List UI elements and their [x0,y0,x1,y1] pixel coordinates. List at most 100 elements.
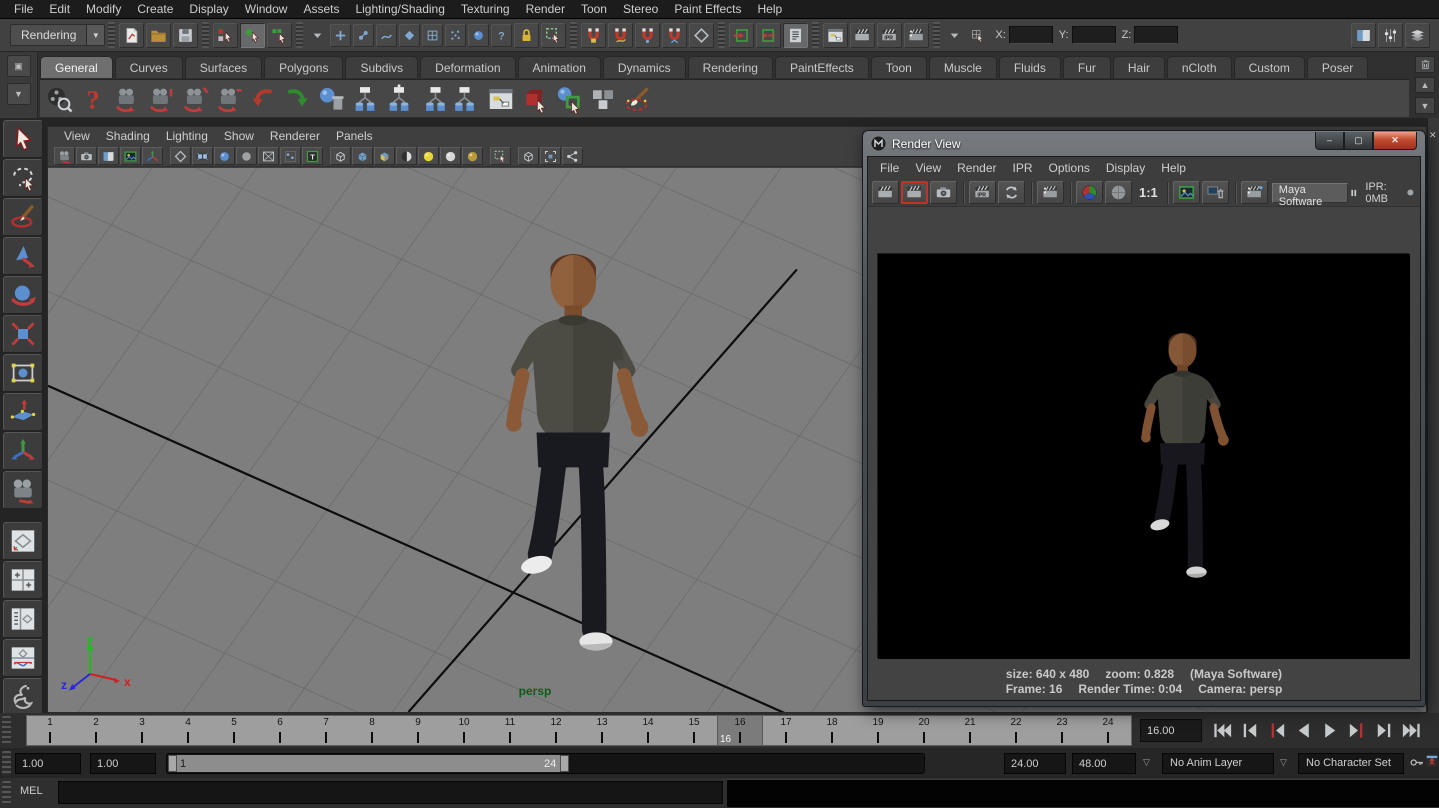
ipr-render-icon[interactable] [877,23,902,48]
dragon-icon[interactable] [3,678,43,716]
shelf-tab[interactable]: PaintEffects [775,56,869,78]
keep-image-icon[interactable] [1173,181,1200,204]
panel-menu-item[interactable]: Shading [98,127,158,146]
timeline-frame[interactable]: 14 [625,716,671,745]
render-current-frame-icon[interactable] [850,23,875,48]
close-icon[interactable]: ✕ [1373,132,1417,150]
coordinate-input[interactable] [1072,26,1116,44]
alpha-channel-icon[interactable] [1105,181,1132,204]
menu-item[interactable]: Stereo [615,0,666,19]
shelf-menu-icon[interactable]: ▼ [7,83,31,105]
step-forward-key-icon[interactable] [1344,718,1371,744]
coordinate-input[interactable] [1009,26,1053,44]
snap-plane-icon[interactable] [662,23,687,48]
move-tool-icon[interactable] [3,237,43,275]
mask-handles-icon[interactable] [330,24,351,47]
show-tool-settings-icon[interactable] [1378,23,1403,48]
timeline-frame[interactable]: 17 [763,716,809,745]
select-hierarchy-icon[interactable] [213,23,238,48]
shelf-scroll-up-icon[interactable]: ▲ [1415,77,1435,94]
timeline-frame[interactable]: 9 [395,716,441,745]
snapshot-icon[interactable] [930,181,957,204]
camera-tilt-icon[interactable] [178,82,212,116]
camera-orbit-icon[interactable] [110,82,144,116]
group-objects-icon[interactable] [586,82,620,116]
timeline-frame[interactable]: 6 [257,716,303,745]
light-white-icon[interactable] [440,147,461,165]
paint-effects-icon[interactable] [620,82,654,116]
film-reel-icon[interactable] [42,82,76,116]
hypergraph-node-icon-4[interactable] [450,82,484,116]
output-connections-icon[interactable] [756,23,781,48]
menu-item[interactable]: Assets [295,0,347,19]
timeline-frame[interactable]: 7 [303,716,349,745]
render-view-menu-item[interactable]: File [872,159,907,178]
timeline-frame[interactable]: 5 [211,716,257,745]
light-gold-icon[interactable] [462,147,483,165]
frame-object-icon[interactable] [540,147,561,165]
menu-item[interactable]: Window [237,0,296,19]
shelf-scroll-down-icon[interactable]: ▼ [1415,97,1435,114]
step-forward-frame-icon[interactable] [1371,718,1398,744]
menu-item[interactable]: Toon [573,0,615,19]
hypergraph-node-icon-1[interactable] [348,82,382,116]
panel-menu-item[interactable]: Lighting [158,127,216,146]
mask-deformations-icon[interactable] [422,24,443,47]
hypergraph-node-icon-3[interactable] [416,82,450,116]
row-drag-handle[interactable] [2,781,11,805]
timeline-frame[interactable]: 4 [165,716,211,745]
anim-layer-select[interactable]: No Anim Layer [1162,753,1274,774]
last-tool-camera-icon[interactable] [3,471,43,509]
mask-misc-icon[interactable] [491,24,512,47]
snap-curve-icon[interactable] [608,23,633,48]
go-to-start-icon[interactable] [1209,718,1236,744]
timeline-frame[interactable]: 2 [73,716,119,745]
shelf-tab[interactable]: Subdivs [345,56,418,78]
save-scene-icon[interactable] [173,23,198,48]
character-set-menu-icon[interactable]: ▽ [1280,757,1287,768]
menu-item[interactable]: Modify [78,0,129,19]
use-all-lights-icon[interactable] [396,147,417,165]
animation-end-field[interactable] [1072,753,1136,774]
layout-outliner-pane-icon[interactable] [3,600,43,638]
textured-cube-icon[interactable] [374,147,395,165]
shelf-tab[interactable]: Animation [518,56,601,78]
panel-menu-item[interactable]: Show [216,127,262,146]
bounding-box-icon[interactable] [258,147,279,165]
layout-four-pane-icon[interactable] [3,561,43,599]
character-model[interactable] [506,254,648,650]
shelf-tab[interactable]: General [40,56,113,78]
rgb-channels-icon[interactable] [1076,181,1103,204]
open-render-view-icon[interactable] [823,23,848,48]
timeline-frame[interactable]: 18 [809,716,855,745]
select-camera-icon[interactable] [54,147,75,165]
shelf-tab[interactable]: Poser [1307,56,1368,78]
input-connections-icon[interactable] [729,23,754,48]
rotate-tool-icon[interactable] [3,276,43,314]
mask-joints-icon[interactable] [353,24,374,47]
current-time-field[interactable] [1140,719,1202,742]
render-view-menu-item[interactable]: Display [1098,159,1153,178]
select-component-icon[interactable] [267,23,292,48]
playback-end-field[interactable] [1004,753,1066,774]
playback-start-field[interactable] [90,753,156,774]
render-view-menu-item[interactable]: View [907,159,949,178]
command-results-field[interactable] [727,779,1439,807]
timeline-frame[interactable]: 1 [27,716,73,745]
layout-single-pane-icon[interactable] [3,522,43,560]
shelf-tab[interactable]: Surfaces [185,56,262,78]
command-language-label[interactable]: MEL [20,785,43,797]
textured-icon[interactable] [302,147,323,165]
shelf-tab[interactable]: Curves [115,56,183,78]
command-input[interactable] [58,781,723,804]
step-back-key-icon[interactable] [1263,718,1290,744]
render-view-menu-item[interactable]: Help [1153,159,1194,178]
panel-menu-item[interactable]: Panels [328,127,381,146]
refresh-render-icon[interactable] [998,181,1025,204]
character-red-icon[interactable] [1425,754,1439,768]
poly-cube-icon[interactable] [518,82,552,116]
range-start-handle[interactable] [168,755,177,772]
menu-item[interactable]: Create [129,0,181,19]
layout-pane-graph-icon[interactable] [3,639,43,677]
set-key-icon[interactable] [1408,754,1425,771]
